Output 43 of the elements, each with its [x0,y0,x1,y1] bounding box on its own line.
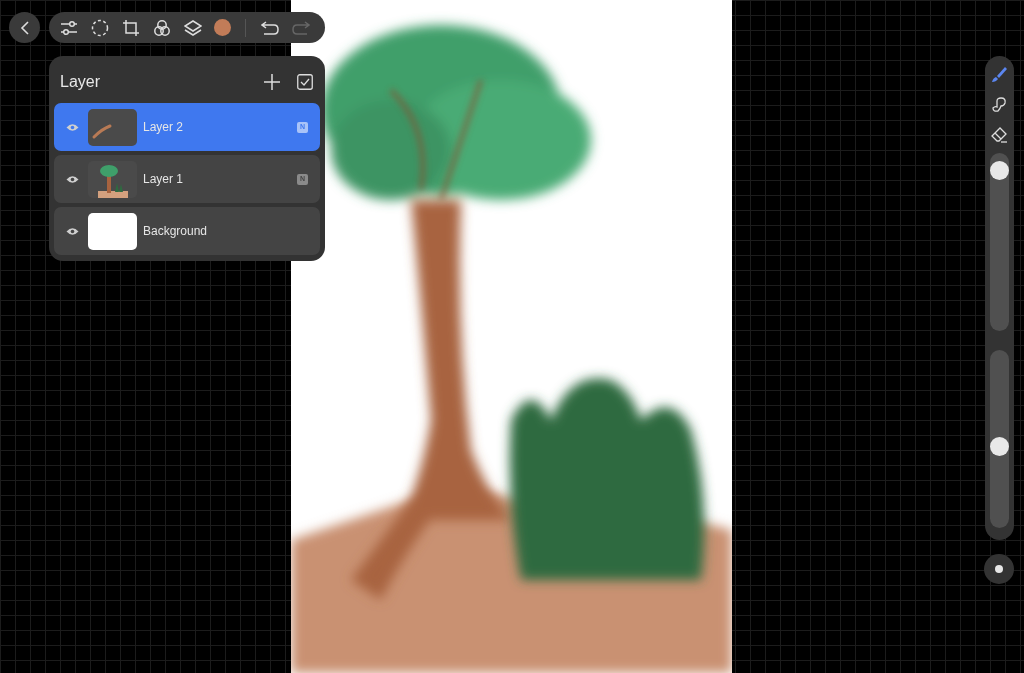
stroke-thumbnail [88,108,137,146]
smudge-icon [991,95,1008,113]
layers-tool-button[interactable] [183,17,203,38]
color-dot-button[interactable] [984,554,1014,584]
eye-icon [66,174,79,184]
layer-name: Layer 1 [143,171,185,188]
panel-title: Layer [60,72,102,92]
dashed-circle-tool-button[interactable] [90,17,110,38]
brush-icon [991,65,1008,83]
brush-opacity-slider[interactable] [990,350,1009,528]
crop-icon [122,18,140,37]
undo-icon [261,20,279,35]
slider-thumb[interactable] [990,437,1009,457]
visibility-toggle[interactable] [66,122,80,132]
select-layers-button[interactable] [296,73,314,91]
crop-tool-button[interactable] [121,17,141,38]
layers-icon [184,18,202,37]
sliders-icon [60,18,78,37]
eye-icon [66,226,79,236]
three-circles-tool-button[interactable] [152,17,172,38]
layer-name: Layer 2 [143,119,185,136]
three-circles-icon [153,18,171,37]
slider-thumb[interactable] [990,160,1009,180]
brush-tool-button[interactable] [990,65,1009,83]
checkbox-icon [297,74,313,90]
color-swatch[interactable] [214,19,231,36]
layer-row[interactable]: Background [54,207,320,255]
dashed-circle-icon [91,18,109,37]
visibility-toggle[interactable] [66,174,80,184]
tree-thumbnail [88,160,137,198]
layer-name: Background [143,223,209,240]
redo-icon [292,20,310,35]
eraser-tool-button[interactable] [990,125,1009,143]
brush-size-slider[interactable] [990,153,1009,331]
back-icon [19,20,30,35]
visibility-toggle[interactable] [66,226,80,236]
eye-icon [66,122,79,132]
smudge-tool-button[interactable] [990,95,1009,113]
plus-icon [264,74,280,90]
drawing-canvas[interactable] [291,0,732,673]
blank-thumbnail [88,212,137,250]
eraser-icon [991,125,1008,143]
back-button[interactable] [9,12,40,43]
